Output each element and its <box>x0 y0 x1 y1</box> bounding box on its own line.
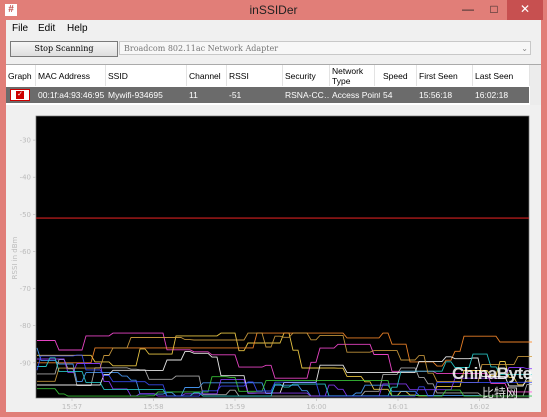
menu-bar: File Edit Help <box>6 20 541 38</box>
col-channel[interactable]: Channel <box>187 65 227 86</box>
x-tick-label: 15:59 <box>225 403 245 411</box>
y-tick-label: -90 <box>20 359 31 367</box>
chart-plot-area <box>35 115 530 399</box>
chevron-down-icon: ⌄ <box>521 44 528 53</box>
x-tick-label: 16:01 <box>388 403 408 411</box>
y-tick-label: -40 <box>20 174 31 182</box>
client-area: File Edit Help Stop Scanning Broadcom 80… <box>6 20 541 412</box>
col-ssid[interactable]: SSID <box>106 65 187 86</box>
col-network-type[interactable]: Network Type <box>330 65 375 86</box>
y-axis-label: RSSI in dBm <box>11 236 19 279</box>
y-axis: -30 -40 -50 -60 -70 -80 -90 <box>20 137 36 367</box>
y-tick-label: -60 <box>20 248 31 256</box>
table-row[interactable]: ✓ 00:1f:a4:93:46:95 Mywifi-934695 11 -51… <box>6 87 529 103</box>
stop-scanning-button[interactable]: Stop Scanning <box>10 41 118 57</box>
x-tick-label: 15:58 <box>143 403 163 411</box>
rssi-chart: RSSI in dBm -30-40-50-60-70-80-90 15:57 1… <box>11 115 532 411</box>
menu-help[interactable]: Help <box>67 23 88 34</box>
y-tick-label: -80 <box>20 322 31 330</box>
title-bar[interactable]: # inSSIDer — □ ✕ <box>0 0 547 20</box>
col-rssi[interactable]: RSSI <box>227 65 283 86</box>
menu-edit[interactable]: Edit <box>38 23 55 34</box>
x-tick-label: 15:57 <box>62 403 82 411</box>
menu-file[interactable]: File <box>12 23 28 34</box>
col-graph[interactable]: Graph <box>6 65 36 86</box>
cell-rssi: -51 <box>229 90 242 100</box>
col-security[interactable]: Security <box>283 65 330 86</box>
x-tick-label: 16:02 <box>469 403 489 411</box>
col-last-seen[interactable]: Last Seen <box>473 65 530 86</box>
cell-ssid: Mywifi-934695 <box>108 90 163 100</box>
close-button[interactable]: ✕ <box>507 0 543 20</box>
col-mac[interactable]: MAC Address <box>36 65 106 86</box>
check-icon: ✓ <box>16 91 24 99</box>
col-first-seen[interactable]: First Seen <box>417 65 473 86</box>
col-speed[interactable]: Speed <box>381 65 417 86</box>
table-scrollbar[interactable] <box>530 65 541 105</box>
adapter-label: Broadcom 802.11ac Network Adapter <box>124 44 279 53</box>
cell-last-seen: 16:02:18 <box>475 90 509 100</box>
x-tick-label: 16:00 <box>306 403 326 411</box>
cell-first-seen: 15:56:18 <box>419 90 453 100</box>
adapter-select[interactable]: Broadcom 802.11ac Network Adapter ⌄ <box>119 41 531 55</box>
toolbar: Stop Scanning Broadcom 802.11ac Network … <box>6 38 541 62</box>
cell-mac: 00:1f:a4:93:46:95 <box>38 90 104 100</box>
cell-speed: 54 <box>383 90 393 100</box>
y-tick-label: -30 <box>20 137 31 145</box>
graph-checkbox[interactable]: ✓ <box>10 89 30 101</box>
maximize-button[interactable]: □ <box>481 0 507 20</box>
cell-network-type: Access Point <box>332 90 380 100</box>
minimize-button[interactable]: — <box>455 0 481 20</box>
x-axis: 15:57 15:58 15:59 16:00 16:01 16:02 <box>62 398 490 411</box>
cell-security: RSNA-CC… <box>285 90 329 100</box>
app-window: # inSSIDer — □ ✕ File Edit Help Stop Sca… <box>0 0 547 417</box>
network-table: Graph MAC Address SSID Channel RSSI Secu… <box>6 64 541 105</box>
rssi-chart-panel: RSSI in dBm -30 -40 -50 -60 -70 -80 -90 15:57 1… <box>6 106 541 412</box>
cell-channel: 11 <box>189 90 198 100</box>
y-tick-label: -50 <box>20 211 31 219</box>
y-tick-label: -70 <box>20 285 31 293</box>
